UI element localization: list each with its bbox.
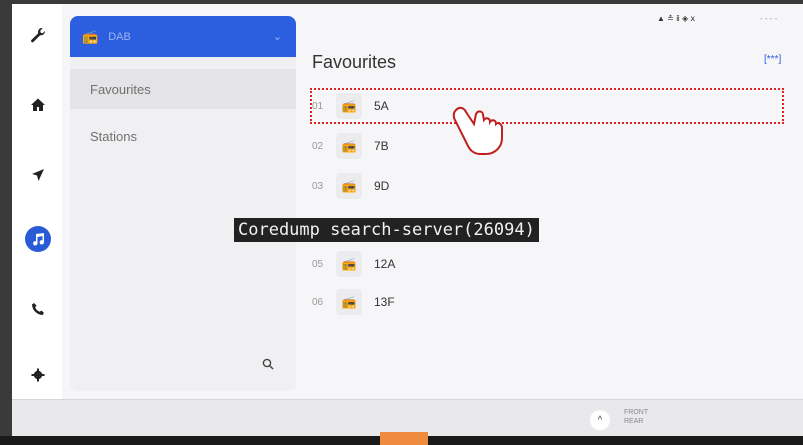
more-button[interactable]: [***]: [764, 54, 781, 65]
source-dropdown[interactable]: 📻 DAB ⌄: [70, 16, 296, 57]
favourite-name: 12A: [374, 257, 396, 271]
favourite-row[interactable]: 06 📻 13F: [312, 286, 782, 318]
home-icon[interactable]: [25, 92, 51, 118]
favourite-number: 05: [312, 258, 324, 270]
source-panel: 📻 DAB ⌄ Favourites Stations: [70, 16, 296, 391]
navigation-arrow-icon[interactable]: [25, 162, 51, 188]
radio-icon: 📻: [82, 28, 99, 44]
orange-tab: [380, 432, 428, 445]
front-rear-label[interactable]: FRONT REAR: [624, 408, 648, 426]
hand-pointer-icon: [452, 106, 503, 155]
radio-icon: 📻: [336, 173, 362, 199]
radio-icon: 📻: [336, 93, 362, 119]
radio-icon: 📻: [336, 289, 362, 315]
chevron-up-button[interactable]: ^: [590, 410, 610, 430]
nav-rail: [12, 4, 62, 399]
favourite-name: 9D: [374, 179, 390, 193]
favourite-name: 5A: [374, 99, 389, 113]
radio-icon: 📻: [336, 251, 362, 277]
menu-item-label: Favourites: [90, 81, 151, 97]
favourite-name: 7B: [374, 139, 389, 153]
radio-icon: 📻: [336, 133, 362, 159]
favourite-row[interactable]: 01 📻 5A: [310, 88, 784, 124]
menu-item-favourites[interactable]: Favourites: [70, 69, 296, 109]
status-icons: ▲ ≛ ⅱ ◈ ⅹ: [657, 14, 696, 23]
source-label: DAB: [108, 30, 131, 43]
chevron-down-icon: ⌄: [272, 31, 282, 43]
menu-item-label: Stations: [90, 128, 137, 144]
rear-label: REAR: [624, 418, 644, 425]
favourite-name: 13F: [374, 295, 395, 309]
front-label: FRONT: [624, 409, 649, 416]
favourite-row[interactable]: 03 📻 9D: [312, 170, 782, 202]
favourite-row[interactable]: 05 📻 12A: [312, 248, 782, 280]
favourite-row[interactable]: 02 📻 7B: [312, 130, 782, 162]
search-icon[interactable]: [262, 358, 274, 373]
favourite-number: 02: [312, 140, 324, 152]
gear-icon[interactable]: [25, 362, 51, 388]
coredump-overlay: Coredump search-server(26094): [234, 218, 539, 242]
menu-item-stations[interactable]: Stations: [70, 116, 296, 156]
page-title: Favourites: [312, 52, 397, 72]
phone-icon[interactable]: [25, 296, 51, 322]
wrench-icon[interactable]: [25, 22, 51, 48]
favourite-number: 01: [312, 100, 324, 112]
infotainment-screen: 📻 DAB ⌄ Favourites Stations ▲ ≛ ⅱ ◈ ⅹ - …: [12, 4, 803, 436]
favourite-number: 06: [312, 296, 324, 308]
favourite-number: 03: [312, 180, 324, 192]
status-dots: - - - -: [760, 14, 778, 23]
bottom-bar: ^ FRONT REAR: [12, 399, 803, 436]
music-note-icon[interactable]: [25, 226, 51, 252]
